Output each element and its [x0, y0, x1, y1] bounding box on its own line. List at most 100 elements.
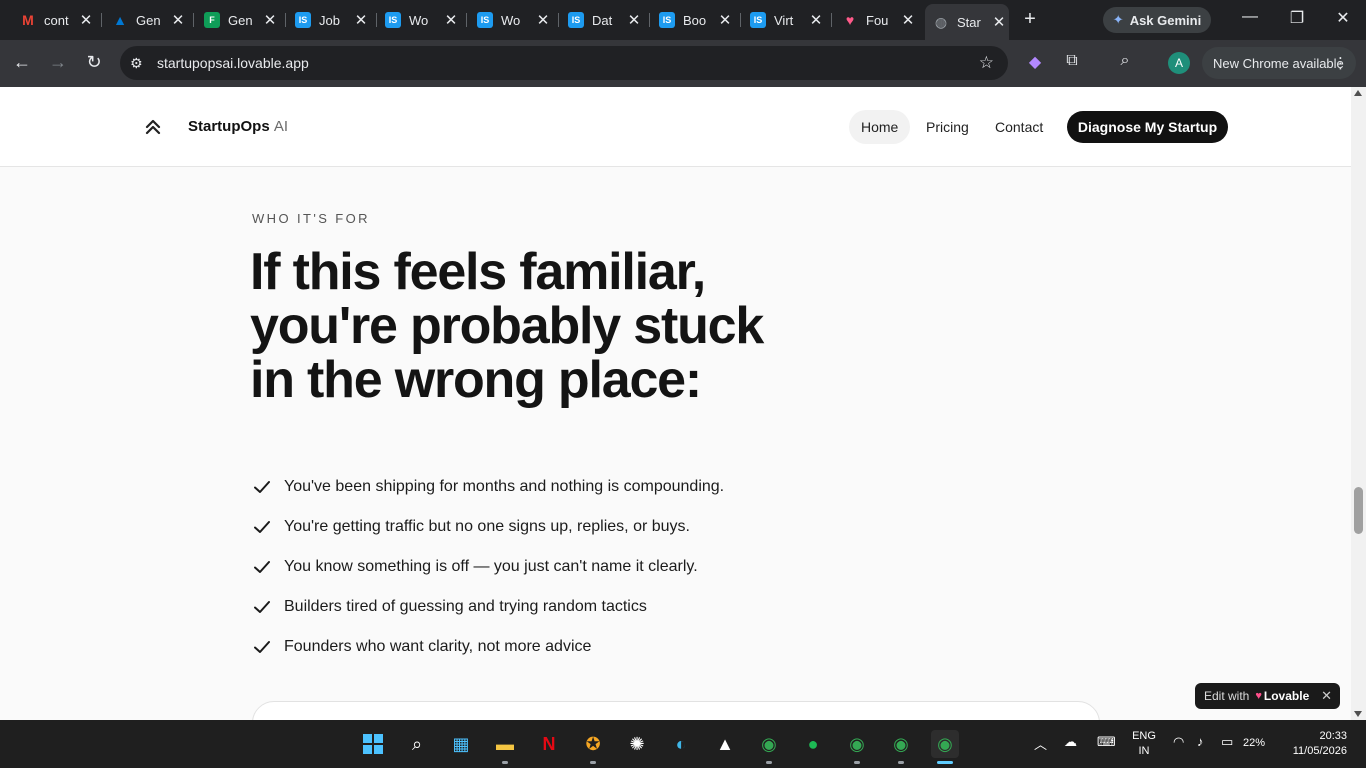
browser-tab[interactable]: IS Wo ✕ — [469, 6, 559, 34]
list-item: Builders tired of guessing and trying ra… — [252, 587, 724, 627]
address-bar[interactable]: ⚙ startupopsai.lovable.app ☆ — [120, 46, 1008, 80]
new-chrome-available-button[interactable]: New Chrome available ⋮ — [1202, 47, 1356, 79]
tab-close-icon[interactable]: ✕ — [991, 13, 1007, 31]
tab-close-icon[interactable]: ✕ — [900, 11, 916, 29]
onedrive-cloud-icon[interactable]: ☁ — [1064, 734, 1077, 750]
tab-search-icon[interactable]: ⌕ — [1113, 52, 1137, 70]
list-item-text: Builders tired of guessing and trying ra… — [284, 598, 647, 615]
wifi-icon[interactable]: ◠ — [1173, 734, 1184, 750]
search-icon[interactable]: ⌕ — [403, 730, 431, 758]
browser-tab[interactable]: IS Boo ✕ — [651, 6, 741, 34]
back-arrow-icon[interactable]: ← — [10, 52, 34, 73]
tab-title: Virt — [774, 12, 794, 28]
edit-with-lovable-badge[interactable]: Edit with ♥ Lovable ✕ — [1195, 683, 1340, 709]
keyboard-icon[interactable]: ⌨ — [1097, 734, 1116, 750]
edge-icon[interactable]: ◐ — [667, 730, 695, 758]
browser-tab[interactable]: Mcont ✕ — [12, 6, 102, 34]
chrome-profile-s-icon[interactable]: ◉ — [843, 730, 871, 764]
tab-close-icon[interactable]: ✕ — [808, 11, 824, 29]
tab-close-icon[interactable]: ✕ — [78, 11, 94, 29]
reload-icon[interactable]: ↻ — [82, 52, 106, 73]
headline-line: If this feels familiar, — [250, 243, 706, 301]
chevrons-up-logo-icon[interactable] — [144, 117, 162, 137]
language-indicator[interactable]: ENG IN — [1131, 729, 1157, 759]
tab-separator — [193, 13, 194, 27]
tray-chevron-up-icon[interactable]: ︿ — [1034, 734, 1047, 753]
browser-tab[interactable]: F Gen ✕ — [196, 6, 286, 34]
scroll-up-icon[interactable] — [1354, 90, 1362, 96]
site-info-icon[interactable]: ⚙ — [130, 55, 148, 72]
tab-title: Star — [957, 14, 981, 30]
volume-icon[interactable]: ♪ — [1197, 734, 1204, 749]
ask-gemini-button[interactable]: ✦ Ask Gemini — [1103, 7, 1211, 33]
browser-tab[interactable]: ◍ Star ✕ — [925, 4, 1009, 40]
headline-line: you're probably stuck — [250, 297, 764, 355]
browser-tab[interactable]: ▲ Gen ✕ — [104, 6, 194, 34]
url-text[interactable]: startupopsai.lovable.app — [157, 55, 309, 71]
browser-tab[interactable]: IS Virt ✕ — [742, 6, 832, 34]
tab-title: Gen — [136, 12, 161, 28]
scrollbar-thumb[interactable] — [1354, 487, 1363, 534]
tab-title: Wo — [409, 12, 429, 28]
brand-name[interactable]: StartupOps AI — [188, 118, 288, 135]
list-item: You know something is off — you just can… — [252, 547, 724, 587]
spotify-icon[interactable]: ● — [799, 730, 827, 758]
tab-close-icon[interactable]: ✕ — [626, 11, 642, 29]
check-icon — [254, 641, 270, 653]
minimize-icon[interactable]: — — [1235, 8, 1265, 26]
new-tab-button[interactable]: + — [1018, 8, 1042, 31]
tab-close-icon[interactable]: ✕ — [443, 11, 459, 29]
list-item: You've been shipping for months and noth… — [252, 467, 724, 507]
badge-close-icon[interactable]: ✕ — [1321, 688, 1332, 704]
affinity-icon[interactable]: ▲ — [711, 730, 739, 758]
windows-start-icon[interactable] — [359, 730, 387, 758]
tab-close-icon[interactable]: ✕ — [353, 11, 369, 29]
nav-home[interactable]: Home — [849, 110, 911, 144]
tab-close-icon[interactable]: ✕ — [170, 11, 186, 29]
extensions-puzzle-icon[interactable]: ⧉ — [1060, 52, 1084, 70]
browser-tab[interactable]: IS Dat ✕ — [560, 6, 650, 34]
headline-line: in the wrong place: — [250, 351, 702, 409]
diagnose-startup-button[interactable]: Diagnose My Startup — [1067, 111, 1228, 143]
page-scrollbar[interactable] — [1351, 87, 1366, 720]
forward-arrow-icon[interactable]: → — [46, 52, 70, 73]
nav-contact[interactable]: Contact — [983, 110, 1055, 144]
chrome-active-icon[interactable]: ◉ — [931, 730, 959, 764]
netflix-icon[interactable]: N — [535, 730, 563, 758]
is-icon: IS — [568, 12, 584, 28]
globe-icon: ◍ — [934, 13, 948, 30]
tab-close-icon[interactable]: ✕ — [717, 11, 733, 29]
gemini-sparkle-icon: ✦ — [1112, 12, 1124, 27]
nav-pricing[interactable]: Pricing — [914, 110, 981, 144]
browser-toolbar: ← → ↻ ⚙ startupopsai.lovable.app ☆ ◆ ⧉ ⌕ — [0, 40, 1366, 87]
system-clock[interactable]: 20:33 11/05/2026 — [1283, 729, 1347, 759]
windows-taskbar: ⌕ ▦ ▬ N ✪ ✺ ◐ ▲ ◉ ● ◉ ◉ ◉ ︿ ☁ ⌨ ENG IN ◠… — [0, 720, 1366, 768]
browser-tab[interactable]: ♥ Fou ✕ — [834, 6, 920, 34]
tab-separator — [649, 13, 650, 27]
restore-icon[interactable]: ❐ — [1282, 8, 1312, 28]
menu-dots-icon[interactable]: ⋮ — [1333, 54, 1348, 72]
window-close-icon[interactable]: ✕ — [1328, 8, 1358, 28]
tab-separator — [466, 13, 467, 27]
is-icon: IS — [659, 12, 675, 28]
scroll-down-icon[interactable] — [1354, 711, 1362, 717]
chrome-profile-a-icon[interactable]: ◉ — [755, 730, 783, 764]
battery-icon[interactable]: ▭ — [1221, 734, 1233, 750]
tab-close-icon[interactable]: ✕ — [535, 11, 551, 29]
browser-tab[interactable]: IS Wo ✕ — [377, 6, 467, 34]
list-item: You're getting traffic but no one signs … — [252, 507, 724, 547]
tab-title: Fou — [866, 12, 889, 28]
tab-close-icon[interactable]: ✕ — [262, 11, 278, 29]
medal-icon[interactable]: ✪ — [579, 730, 607, 764]
browser-tab[interactable]: IS Job ✕ — [287, 6, 377, 34]
microsoft-store-icon[interactable]: ▦ — [447, 730, 475, 758]
list-item-text: You've been shipping for months and noth… — [284, 478, 725, 495]
file-explorer-icon[interactable]: ▬ — [491, 730, 519, 764]
extension-shield-icon[interactable]: ◆ — [1023, 52, 1047, 72]
check-icon — [254, 521, 270, 533]
bookmark-star-icon[interactable]: ☆ — [979, 53, 994, 73]
profile-avatar[interactable]: A — [1168, 52, 1190, 74]
chrome-profile-3-icon[interactable]: ◉ — [887, 730, 915, 764]
chatgpt-icon[interactable]: ✺ — [623, 730, 651, 758]
check-icon — [254, 481, 270, 493]
